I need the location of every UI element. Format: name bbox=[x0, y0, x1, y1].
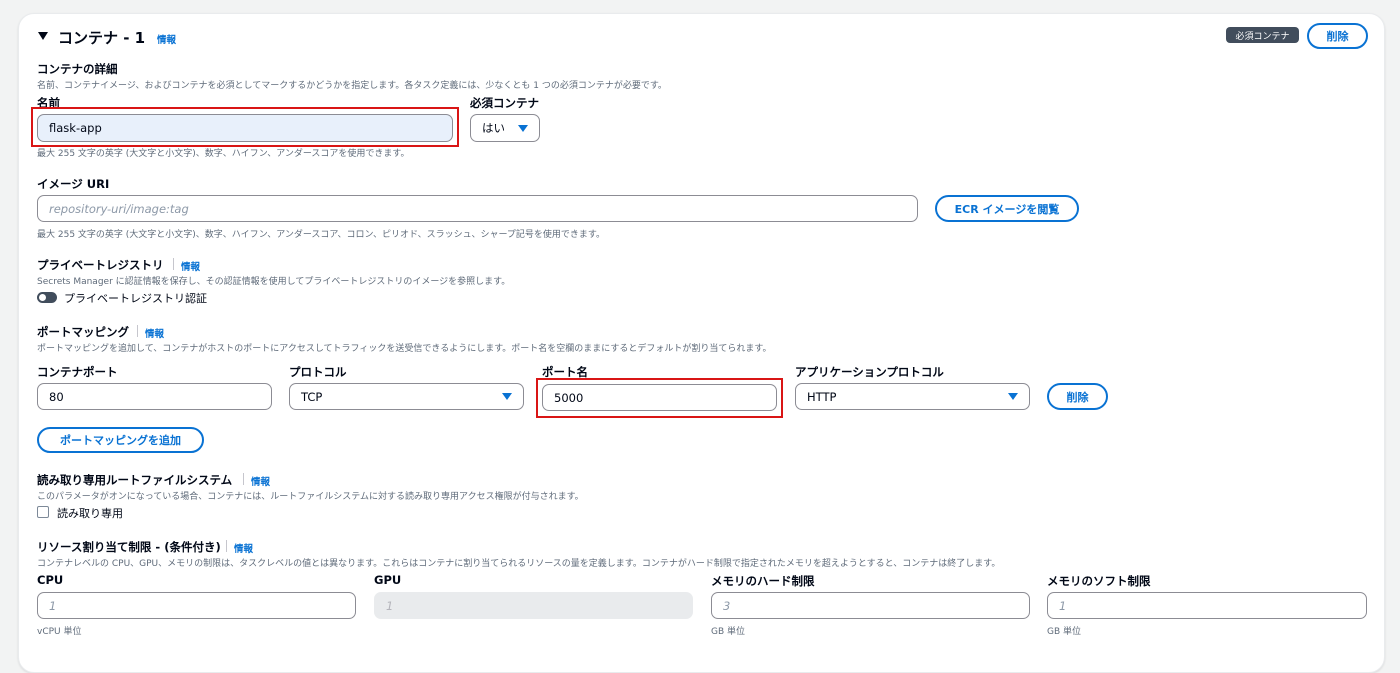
private-registry-description: Secrets Manager に認証情報を保存し、その認証情報を使用してプライ… bbox=[37, 277, 511, 287]
resources-heading: リソース割り当て制限 - (条件付き) bbox=[37, 540, 221, 554]
mem-soft-unit: GB 単位 bbox=[1047, 627, 1082, 637]
resources-description: コンテナレベルの CPU、GPU、メモリの制限は、タスクレベルの値とは異なります… bbox=[37, 559, 1001, 569]
private-registry-info-link[interactable]: 情報 bbox=[181, 259, 200, 273]
private-registry-toggle[interactable] bbox=[37, 292, 57, 303]
essential-label: 必須コンテナ bbox=[470, 96, 539, 110]
container-port-label: コンテナポート bbox=[37, 365, 118, 379]
app-protocol-select[interactable]: HTTP bbox=[795, 383, 1030, 410]
essential-badge: 必須コンテナ bbox=[1226, 27, 1299, 43]
browse-ecr-button[interactable]: ECR イメージを閲覧 bbox=[935, 195, 1079, 222]
container-port-input[interactable]: 80 bbox=[37, 383, 272, 410]
separator bbox=[226, 540, 227, 552]
remove-port-mapping-button[interactable]: 削除 bbox=[1047, 383, 1108, 410]
cpu-unit: vCPU 単位 bbox=[37, 627, 82, 637]
readonly-checkbox-label: 読み取り専用 bbox=[57, 507, 123, 520]
add-port-mapping-button[interactable]: ポートマッピングを追加 bbox=[37, 427, 204, 453]
readonly-checkbox[interactable] bbox=[37, 506, 49, 518]
port-mapping-description: ポートマッピングを追加して、コンテナがホストのポートにアクセスしてトラフィックを… bbox=[37, 344, 772, 354]
details-description: 名前、コンテナイメージ、およびコンテナを必須としてマークするかどうかを指定します… bbox=[37, 81, 667, 91]
mem-soft-input[interactable]: 1 bbox=[1047, 592, 1367, 619]
readonly-fs-heading: 読み取り専用ルートファイルシステム bbox=[37, 473, 233, 487]
name-highlight bbox=[31, 107, 459, 147]
port-mapping-info-link[interactable]: 情報 bbox=[145, 326, 164, 340]
mem-hard-input[interactable]: 3 bbox=[711, 592, 1030, 619]
name-hint: 最大 255 文字の英字 (大文字と小文字)、数字、ハイフン、アンダースコアを使… bbox=[37, 149, 410, 159]
protocol-select[interactable]: TCP bbox=[289, 383, 524, 410]
separator bbox=[137, 325, 138, 337]
collapse-caret-icon[interactable] bbox=[38, 32, 48, 40]
details-heading: コンテナの詳細 bbox=[37, 62, 118, 76]
protocol-chevron-down-icon bbox=[502, 393, 512, 400]
image-label: イメージ URI bbox=[37, 177, 110, 191]
cpu-input[interactable]: 1 bbox=[37, 592, 356, 619]
separator bbox=[243, 473, 244, 485]
protocol-label: プロトコル bbox=[289, 365, 347, 379]
mem-hard-unit: GB 単位 bbox=[711, 627, 746, 637]
app-protocol-chevron-down-icon bbox=[1008, 393, 1018, 400]
private-registry-heading: プライベートレジストリ bbox=[37, 258, 164, 272]
resources-info-link[interactable]: 情報 bbox=[234, 541, 253, 555]
delete-container-button[interactable]: 削除 bbox=[1307, 23, 1368, 49]
cpu-label: CPU bbox=[37, 573, 64, 587]
port-name-highlight bbox=[536, 378, 783, 418]
essential-chevron-down-icon bbox=[518, 125, 528, 132]
container-title: コンテナ - 1 bbox=[58, 29, 146, 47]
mem-hard-label: メモリのハード制限 bbox=[711, 574, 815, 588]
separator bbox=[173, 258, 174, 270]
essential-select[interactable]: はい bbox=[470, 114, 540, 142]
port-mapping-heading: ポートマッピング bbox=[37, 325, 129, 339]
gpu-input: 1 bbox=[374, 592, 693, 619]
container-info-link[interactable]: 情報 bbox=[157, 32, 176, 46]
image-hint: 最大 255 文字の英字 (大文字と小文字)、数字、ハイフン、アンダースコア、コ… bbox=[37, 230, 606, 240]
app-protocol-label: アプリケーションプロトコル bbox=[795, 365, 944, 379]
mem-soft-label: メモリのソフト制限 bbox=[1047, 574, 1151, 588]
private-registry-toggle-label: プライベートレジストリ認証 bbox=[64, 292, 207, 305]
readonly-fs-info-link[interactable]: 情報 bbox=[251, 474, 270, 488]
image-uri-input[interactable]: repository-uri/image:tag bbox=[37, 195, 918, 222]
readonly-fs-description: このパラメータがオンになっている場合、コンテナには、ルートファイルシステムに対す… bbox=[37, 492, 584, 502]
gpu-label: GPU bbox=[374, 573, 402, 587]
